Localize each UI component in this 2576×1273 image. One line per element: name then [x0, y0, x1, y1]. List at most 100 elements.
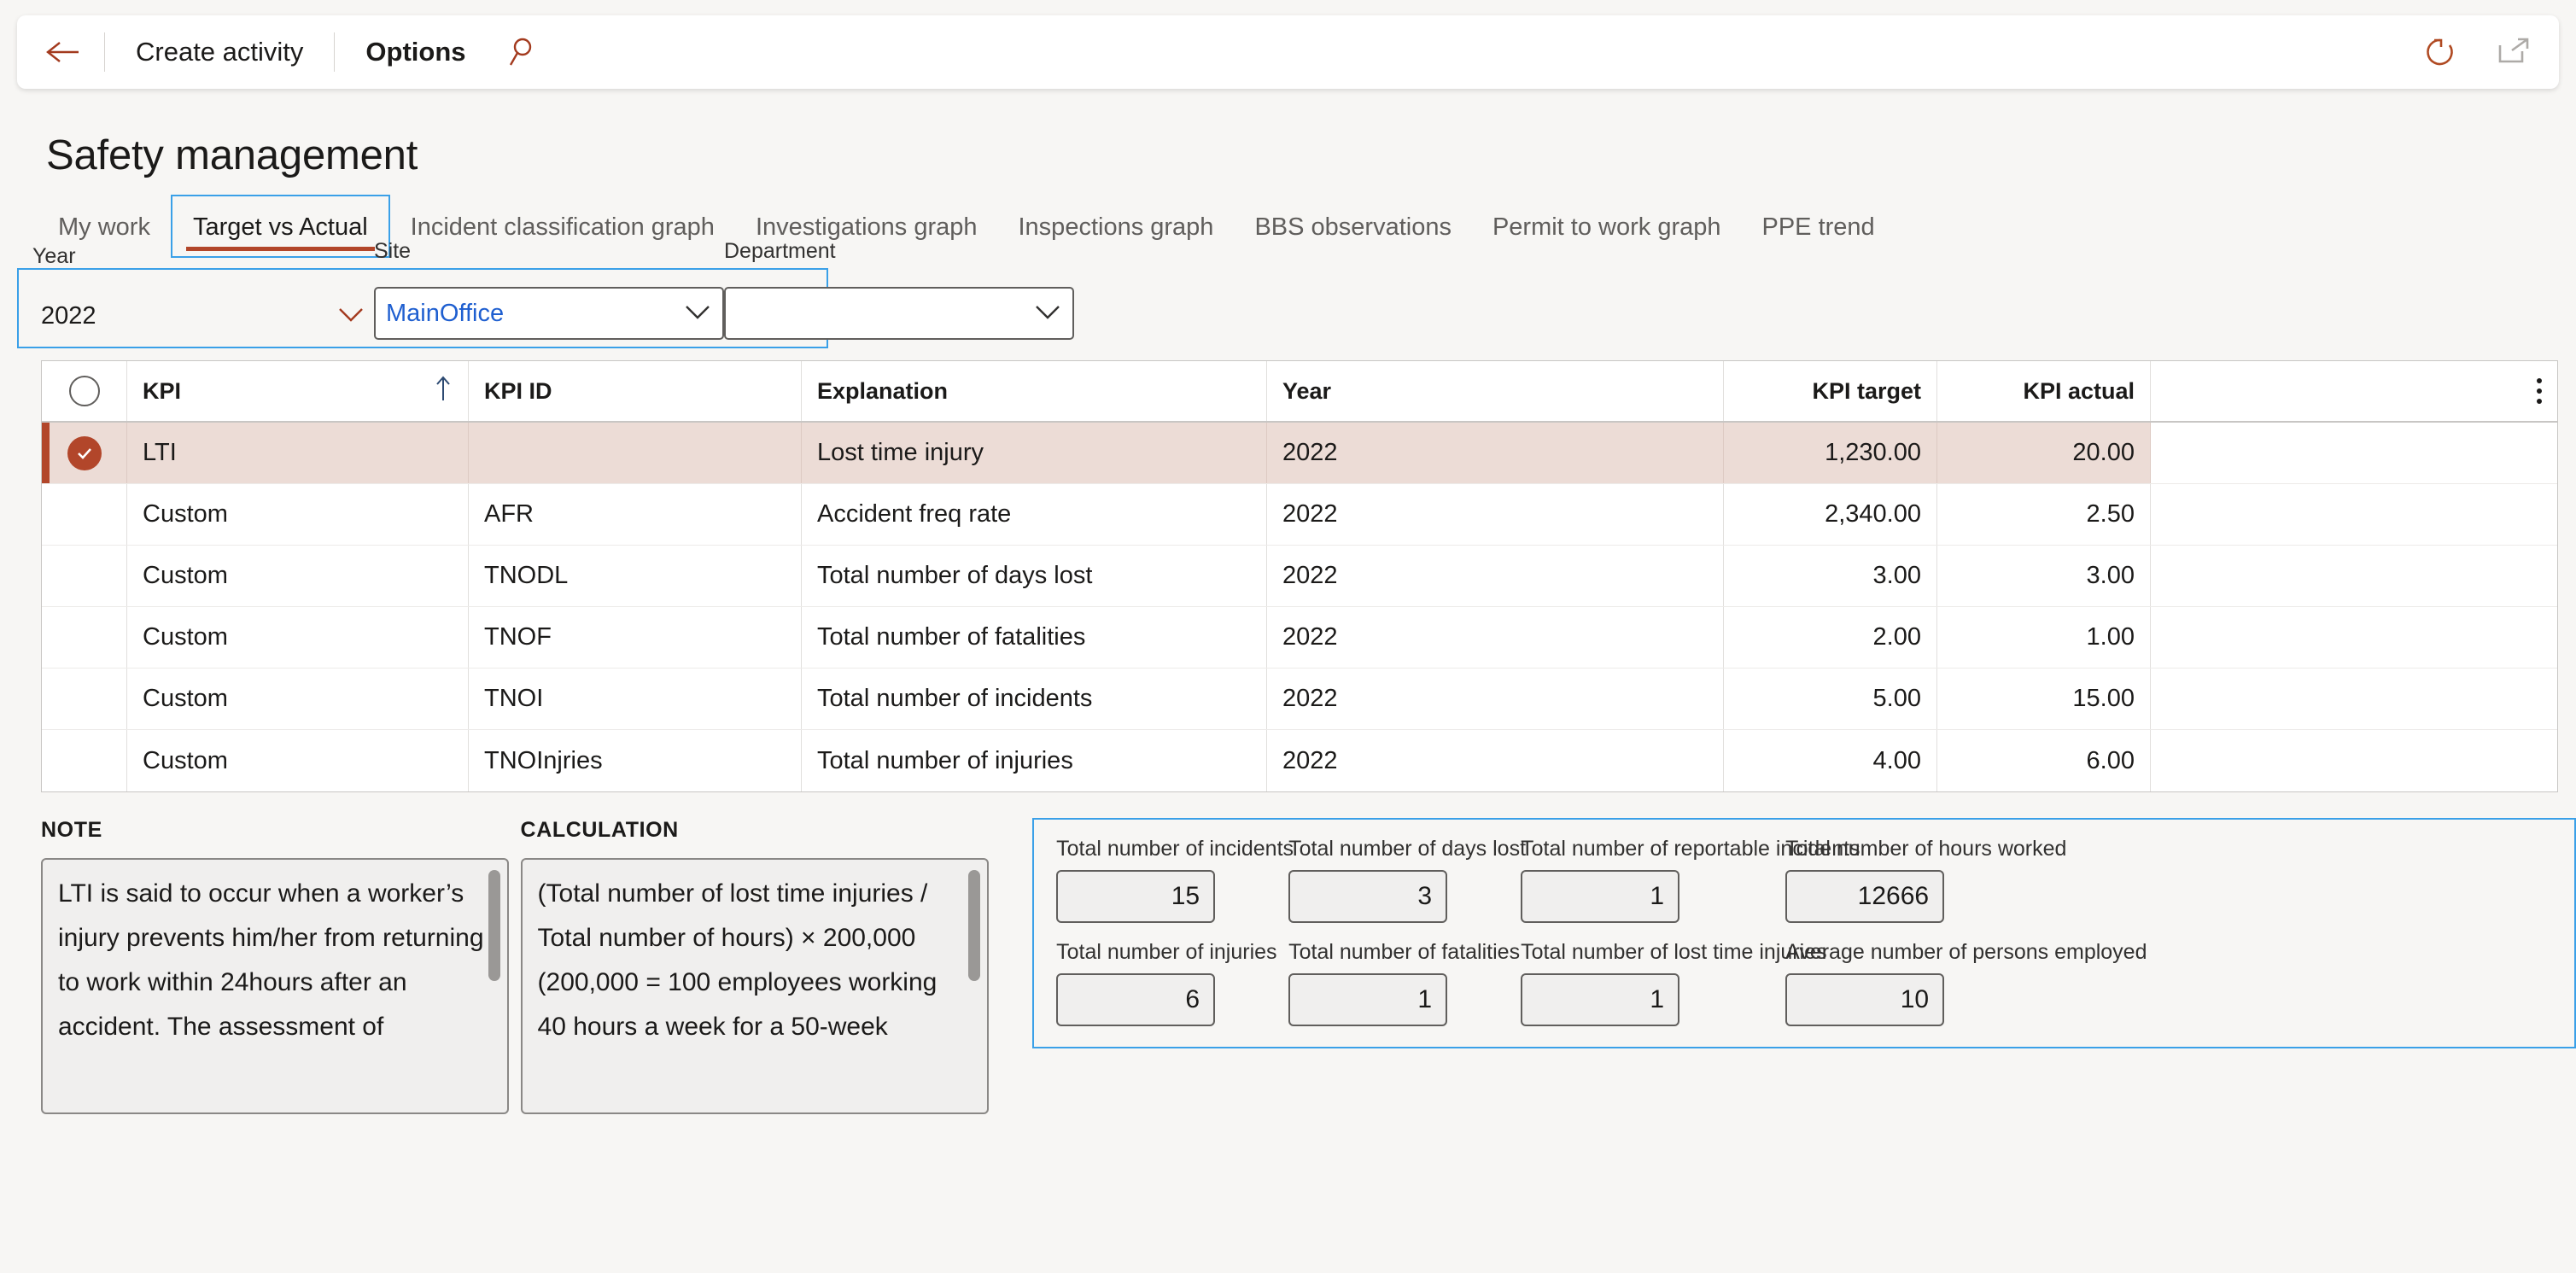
- total-number-of-reportable-incidents-field: Total number of reportable incidents 1: [1521, 837, 1860, 923]
- table-row[interactable]: Custom TNOInjries Total number of injuri…: [42, 730, 2557, 791]
- grid-options-button[interactable]: [2151, 361, 2557, 421]
- cell-row-menu[interactable]: [2151, 546, 2557, 606]
- total-number-of-reportable-incidents-input[interactable]: 1: [1521, 870, 1680, 923]
- tab-target-vs-actual[interactable]: Target vs Actual: [170, 195, 390, 258]
- table-row[interactable]: Custom TNOF Total number of fatalities 2…: [42, 607, 2557, 669]
- select-all-header[interactable]: [42, 361, 127, 421]
- row-select-cell[interactable]: [42, 546, 127, 606]
- back-arrow-icon[interactable]: [39, 29, 85, 75]
- cell-kpi-id: TNOF: [469, 607, 802, 668]
- average-number-of-persons-employed-input[interactable]: 10: [1785, 973, 1945, 1026]
- cell-kpi-target: 5.00: [1724, 669, 1937, 729]
- note-textarea[interactable]: LTI is said to occur when a worker’s inj…: [41, 858, 509, 1114]
- total-number-of-hours-worked-label: Total number of hours worked: [1785, 837, 2067, 861]
- cell-row-menu[interactable]: [2151, 423, 2557, 483]
- row-select-cell[interactable]: [42, 607, 127, 668]
- details-section: NOTE LTI is said to occur when a worker’…: [41, 818, 2576, 1114]
- note-section: NOTE LTI is said to occur when a worker’…: [41, 818, 521, 1114]
- total-number-of-lost-time-injuries-input[interactable]: 1: [1521, 973, 1680, 1026]
- cell-explanation: Accident freq rate: [802, 484, 1267, 545]
- kpi-grid: KPI KPI ID Explanation Year KPI target K…: [41, 360, 2558, 792]
- cell-row-menu[interactable]: [2151, 484, 2557, 545]
- row-select-cell[interactable]: [42, 484, 127, 545]
- cell-explanation: Lost time injury: [802, 423, 1267, 483]
- select-all-circle-icon[interactable]: [68, 376, 100, 406]
- column-header-kpi-id[interactable]: KPI ID: [469, 361, 802, 421]
- scrollbar-thumb[interactable]: [967, 870, 980, 981]
- tab-permit-to-work-graph[interactable]: Permit to work graph: [1472, 195, 1742, 258]
- total-number-of-incidents-input[interactable]: 15: [1056, 870, 1216, 923]
- table-row[interactable]: Custom TNOI Total number of incidents 20…: [42, 669, 2557, 730]
- cell-row-menu[interactable]: [2151, 669, 2557, 729]
- total-number-of-days-lost-label: Total number of days lost: [1288, 837, 1527, 861]
- column-header-kpi-label: KPI: [143, 377, 182, 404]
- cell-kpi: Custom: [127, 730, 469, 791]
- search-icon[interactable]: [502, 29, 548, 75]
- cell-kpi-target: 4.00: [1724, 730, 1937, 791]
- row-select-cell[interactable]: [42, 669, 127, 729]
- average-number-of-persons-employed-label: Average number of persons employed: [1785, 940, 2147, 964]
- cell-kpi-actual: 6.00: [1937, 730, 2151, 791]
- year-value: 2022: [41, 301, 96, 330]
- department-filter[interactable]: Department: [724, 239, 1074, 340]
- open-in-new-window-icon[interactable]: [2491, 29, 2537, 75]
- tab-incident-classification-graph[interactable]: Incident classification graph: [390, 195, 735, 258]
- department-label: Department: [724, 239, 836, 263]
- cell-kpi-target: 1,230.00: [1724, 423, 1937, 483]
- options-button[interactable]: Options: [353, 28, 477, 76]
- calculation-label: CALCULATION: [520, 818, 679, 842]
- cell-row-menu[interactable]: [2151, 607, 2557, 668]
- cell-year: 2022: [1267, 546, 1724, 606]
- refresh-icon[interactable]: [2417, 29, 2463, 75]
- column-header-kpi[interactable]: KPI: [127, 361, 469, 421]
- cell-year: 2022: [1267, 730, 1724, 791]
- more-options-icon: [2537, 378, 2542, 404]
- metrics-panel: Total number of incidents 15 Total numbe…: [1032, 818, 2576, 1048]
- total-number-of-days-lost-input[interactable]: 3: [1288, 870, 1448, 923]
- chevron-down-icon: [1033, 302, 1062, 325]
- row-select-cell[interactable]: [42, 423, 127, 483]
- create-activity-button[interactable]: Create activity: [124, 28, 315, 76]
- department-select[interactable]: [724, 287, 1074, 340]
- row-select-cell[interactable]: [42, 730, 127, 791]
- toolbar-region: Create activity Options: [0, 0, 2576, 89]
- site-filter[interactable]: Site MainOffice: [374, 239, 724, 340]
- cell-kpi-actual: 15.00: [1937, 669, 2151, 729]
- tabstrip: My work Target vs Actual Incident classi…: [38, 195, 2576, 258]
- tab-inspections-graph[interactable]: Inspections graph: [998, 195, 1235, 258]
- cell-row-menu[interactable]: [2151, 730, 2557, 791]
- table-row[interactable]: Custom AFR Accident freq rate 2022 2,340…: [42, 484, 2557, 546]
- year-filter[interactable]: Year 2022: [32, 244, 374, 340]
- chevron-down-icon: [336, 305, 365, 328]
- year-select[interactable]: 2022: [32, 292, 374, 340]
- site-select[interactable]: MainOffice: [374, 287, 724, 340]
- total-number-of-injuries-input[interactable]: 6: [1056, 973, 1216, 1026]
- year-label: Year: [32, 244, 76, 268]
- command-bar: Create activity Options: [17, 15, 2559, 89]
- cell-kpi-actual: 3.00: [1937, 546, 2151, 606]
- total-number-of-hours-worked-input[interactable]: 12666: [1785, 870, 1945, 923]
- total-number-of-incidents-field: Total number of incidents 15: [1056, 837, 1294, 923]
- column-header-kpi-actual[interactable]: KPI actual: [1937, 361, 2151, 421]
- calculation-textarea[interactable]: (Total number of lost time injuries / To…: [520, 858, 989, 1114]
- cell-kpi: Custom: [127, 484, 469, 545]
- checkmark-icon[interactable]: [67, 435, 102, 470]
- table-row[interactable]: LTI Lost time injury 2022 1,230.00 20.00: [42, 423, 2557, 484]
- total-number-of-lost-time-injuries-field: Total number of lost time injuries 1: [1521, 940, 1827, 1026]
- column-header-kpi-target[interactable]: KPI target: [1724, 361, 1937, 421]
- cell-kpi-id: AFR: [469, 484, 802, 545]
- cell-kpi-actual: 2.50: [1937, 484, 2151, 545]
- cell-year: 2022: [1267, 669, 1724, 729]
- table-row[interactable]: Custom TNODL Total number of days lost 2…: [42, 546, 2557, 607]
- metrics-row-1: Total number of incidents 15 Total numbe…: [1056, 837, 2574, 923]
- column-header-year[interactable]: Year: [1267, 361, 1724, 421]
- column-header-explanation[interactable]: Explanation: [802, 361, 1267, 421]
- average-number-of-persons-employed-field: Average number of persons employed 10: [1785, 940, 2147, 1026]
- cell-explanation: Total number of injuries: [802, 730, 1267, 791]
- chevron-down-icon: [683, 302, 712, 325]
- tab-bbs-observations[interactable]: BBS observations: [1234, 195, 1472, 258]
- cell-explanation: Total number of fatalities: [802, 607, 1267, 668]
- scrollbar-thumb[interactable]: [488, 870, 500, 981]
- total-number-of-fatalities-input[interactable]: 1: [1288, 973, 1448, 1026]
- tab-ppe-trend[interactable]: PPE trend: [1742, 195, 1895, 258]
